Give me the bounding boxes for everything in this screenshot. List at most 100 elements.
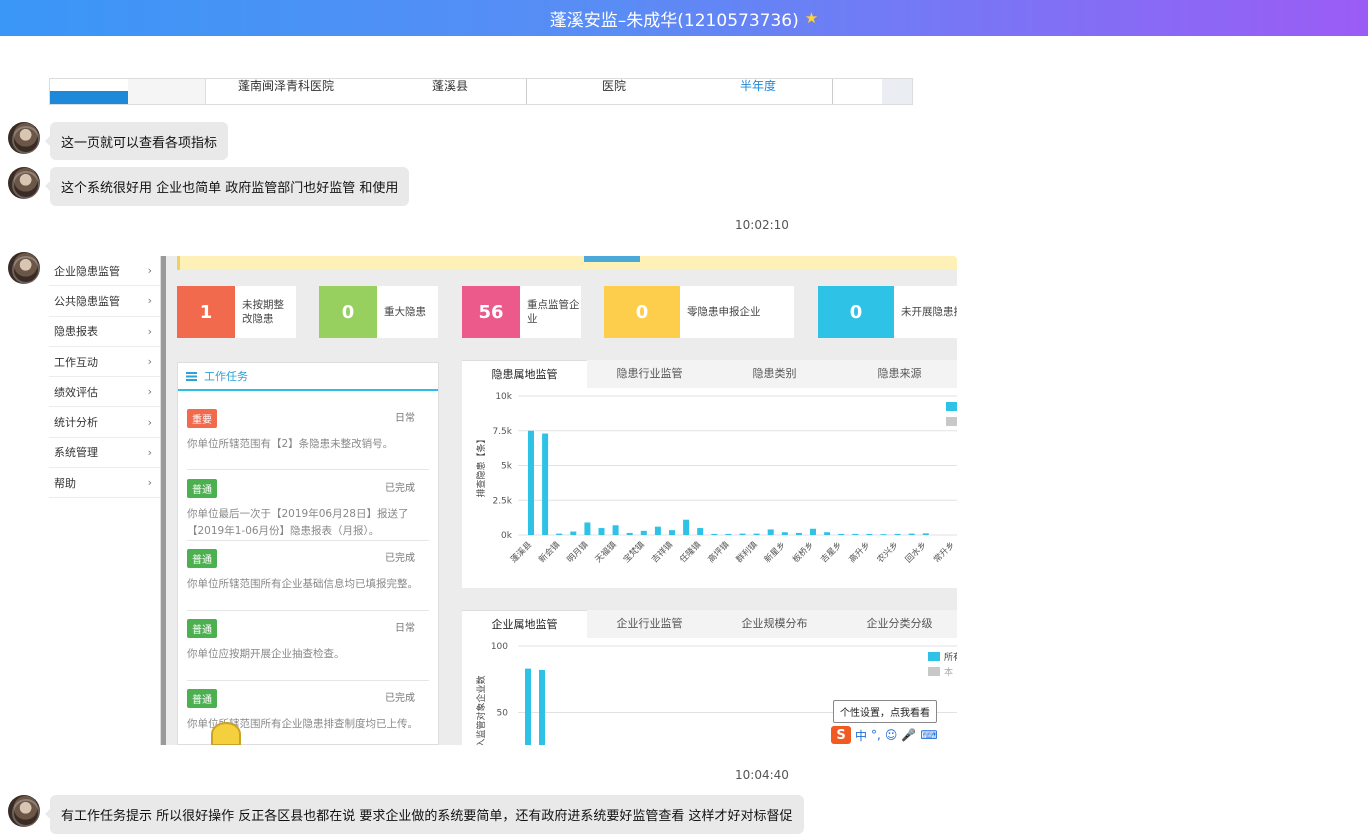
microphone-icon[interactable]: 🎤 xyxy=(901,728,916,742)
bar-chart-hazards: 10k 7.5k 5k 2.5k 0k 排查隐患【条】蓬溪县 新会镇 明月镇 天福镇 宝梵镇 吉祥镇… xyxy=(475,392,957,565)
task-item[interactable]: 普通 日常 你单位应按期开展企业抽查检查。 xyxy=(187,619,429,663)
y-tick-label: 10k xyxy=(495,392,512,402)
tab-hazard-source[interactable]: 隐患来源 xyxy=(837,360,957,388)
legend-swatch xyxy=(946,417,957,426)
chevron-right-icon: › xyxy=(147,355,152,369)
bar xyxy=(556,533,563,535)
star-icon[interactable]: ★ xyxy=(805,9,818,27)
bar xyxy=(922,533,929,535)
x-tick-label: 吉祥镇 xyxy=(649,539,675,565)
menu-item[interactable]: 帮助 › xyxy=(49,468,160,499)
tab-hazard-type[interactable]: 隐患类别 xyxy=(712,360,837,388)
task-item[interactable]: 普通 已完成 你单位最后一次于【2019年06月28日】报送了【2019年1-0… xyxy=(187,479,429,540)
message-text: 这一页就可以查看各项指标 xyxy=(61,135,218,151)
x-tick-label: 蓬溪县 xyxy=(508,539,534,565)
image-blue-block xyxy=(50,91,128,104)
bar xyxy=(654,526,661,535)
chevron-right-icon: › xyxy=(147,445,152,459)
bar xyxy=(683,519,690,535)
y-axis-label: 排查隐患【条】 xyxy=(475,434,487,497)
stat-card: 0 重大隐患 xyxy=(319,286,438,338)
ime-lang[interactable]: 中 xyxy=(855,727,867,744)
chart-panel-enterprise: 企业属地监管 企业行业监管 企业规模分布 企业分类分级 100 50 纳入监管对象企… xyxy=(462,610,957,745)
x-tick-label: 板桥乡 xyxy=(790,539,816,565)
menu-item[interactable]: 隐患报表 › xyxy=(49,317,160,347)
chevron-right-icon: › xyxy=(147,264,152,278)
tooltip: 个性设置，点我看看 xyxy=(833,700,937,723)
image-cell-link: 半年度 xyxy=(740,79,777,93)
stat-card: 0 零隐患申报企业 xyxy=(604,286,794,338)
window-title: 蓬溪安监–朱成华(1210573736) xyxy=(549,10,799,31)
bar xyxy=(838,533,845,535)
x-tick-label: 高坪镇 xyxy=(706,539,732,565)
legend-swatch xyxy=(928,667,940,676)
y-axis-label: 纳入监管对象企业数 xyxy=(475,675,487,745)
cropped-image-top[interactable]: 蓬南闽泽青科医院 蓬溪县 医院 半年度 xyxy=(49,78,913,105)
bar xyxy=(528,430,534,535)
y-tick-label: 100 xyxy=(491,642,508,652)
x-tick-label: 常升乡 xyxy=(931,539,957,565)
menu-item[interactable]: 绩效评估 › xyxy=(49,377,160,408)
menu-item[interactable]: 系统管理 › xyxy=(49,438,160,469)
bar xyxy=(781,532,788,535)
legend-swatch xyxy=(946,402,957,411)
legend-swatch xyxy=(928,652,940,661)
task-item[interactable]: 重要 日常 你单位所辖范围有【2】条隐患未整改销号。 xyxy=(187,409,429,453)
tab-hazard-industry[interactable]: 隐患行业监管 xyxy=(587,360,712,388)
chevron-right-icon: › xyxy=(147,385,152,399)
bar xyxy=(711,533,718,535)
task-panel-header: 工作任务 xyxy=(178,363,438,391)
message-bubble: 有工作任务提示 所以很好操作 反正各区县也都在说 要求企业做的系统要简单，还有政… xyxy=(45,795,804,834)
stat-card: 56 重点监管企业 xyxy=(462,286,581,338)
bar xyxy=(908,533,915,535)
avatar[interactable] xyxy=(8,122,40,154)
menu-item[interactable]: 公共隐患监管 › xyxy=(49,286,160,317)
menu-item[interactable]: 工作互动 › xyxy=(49,347,160,378)
timestamp: 10:04:40 xyxy=(735,768,789,782)
tab-enterprise-location[interactable]: 企业属地监管 xyxy=(462,610,587,638)
sogou-logo-icon[interactable]: S xyxy=(831,726,851,744)
bar xyxy=(795,532,802,535)
punctuation-icon[interactable]: °, xyxy=(871,728,881,742)
x-tick-label: 高升乡 xyxy=(847,539,873,565)
bar xyxy=(584,522,591,535)
bar xyxy=(539,669,545,745)
message-bubble: 这个系统很好用 企业也简单 政府监管部门也好监管 和使用 xyxy=(44,167,410,206)
bar xyxy=(894,533,901,535)
image-message-screenshot[interactable]: 企业隐患监管 › 公共隐患监管 › 隐患报表 › 工作互动 › 绩效评估 › 统计分析 › … xyxy=(49,256,957,745)
tab-hazard-location[interactable]: 隐患属地监管 xyxy=(462,360,587,388)
chart-tabs: 企业属地监管 企业行业监管 企业规模分布 企业分类分级 xyxy=(462,610,957,638)
timestamp: 10:02:10 xyxy=(735,218,789,232)
x-tick-label: 明月镇 xyxy=(565,539,591,565)
avatar[interactable] xyxy=(8,167,40,199)
image-cell-text: 医院 xyxy=(602,79,627,93)
bar xyxy=(725,533,732,535)
avatar[interactable] xyxy=(8,795,40,827)
window-titlebar: 蓬溪安监–朱成华(1210573736) ★ xyxy=(0,0,1368,36)
image-cell-text: 蓬溪县 xyxy=(432,79,469,93)
avatar[interactable] xyxy=(8,252,40,284)
ime-toolbar[interactable]: S 中 °, ☺ 🎤 ⌨ xyxy=(831,726,938,744)
message-text: 这个系统很好用 企业也简单 政府监管部门也好监管 和使用 xyxy=(61,181,399,196)
tab-enterprise-industry[interactable]: 企业行业监管 xyxy=(587,610,712,638)
bar xyxy=(542,433,549,535)
bar xyxy=(525,668,531,745)
x-tick-label: 新星乡 xyxy=(762,539,788,565)
notice-bar xyxy=(177,256,957,270)
bar xyxy=(753,533,760,535)
menu-item[interactable]: 统计分析 › xyxy=(49,407,160,438)
chart-panel-hazard: 隐患属地监管 隐患行业监管 隐患类别 隐患来源 10k 7.5k 5k 2.5k 0k 排… xyxy=(462,360,957,588)
tab-enterprise-scale[interactable]: 企业规模分布 xyxy=(712,610,837,638)
bar xyxy=(824,532,831,535)
bar xyxy=(598,528,605,535)
emoji-icon[interactable]: ☺ xyxy=(885,728,898,742)
task-item[interactable]: 普通 已完成 你单位所辖范围所有企业基础信息均已填报完整。 xyxy=(187,549,429,593)
chart-tabs: 隐患属地监管 隐患行业监管 隐患类别 隐患来源 xyxy=(462,360,957,388)
image-cell-text: 蓬南闽泽青科医院 xyxy=(238,79,335,93)
bar xyxy=(669,530,675,535)
keyboard-icon[interactable]: ⌨ xyxy=(920,728,937,742)
message-bubble: 这一页就可以查看各项指标 xyxy=(44,122,229,160)
tab-enterprise-class[interactable]: 企业分类分级 xyxy=(837,610,957,638)
x-tick-label: 回水乡 xyxy=(903,539,929,565)
menu-item[interactable]: 企业隐患监管 › xyxy=(49,256,160,287)
